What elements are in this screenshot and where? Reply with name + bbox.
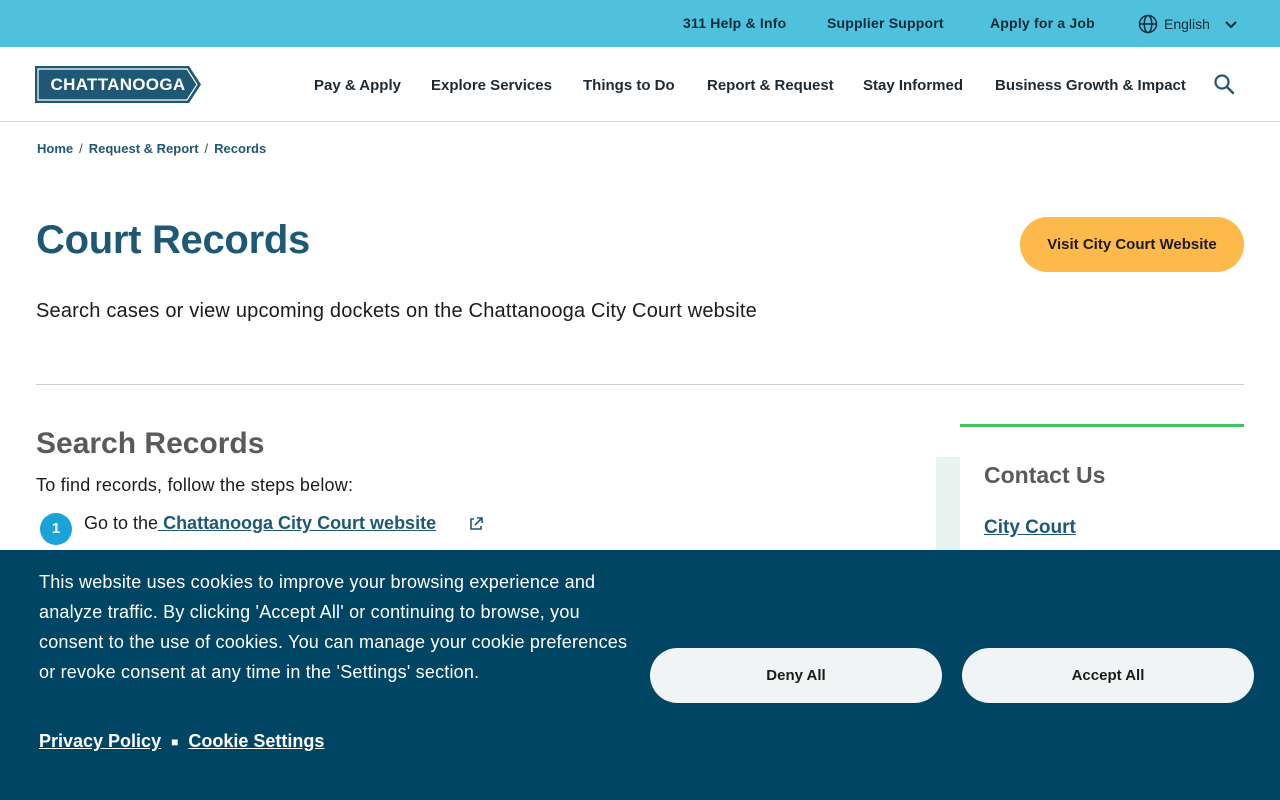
cookie-settings-link[interactable]: Cookie Settings: [188, 731, 324, 752]
city-court-website-link[interactable]: Chattanooga City Court website: [158, 513, 436, 533]
cookie-message: This website uses cookies to improve you…: [39, 572, 628, 682]
sidebar-top-rule: [960, 424, 1244, 427]
nav-things-to-do[interactable]: Things to Do: [583, 77, 675, 94]
contact-us-heading: Contact Us: [984, 462, 1106, 488]
logo-text: CHATTANOOGA: [50, 75, 186, 94]
breadcrumb-home[interactable]: Home: [37, 141, 73, 156]
nav-stay-informed[interactable]: Stay Informed: [863, 77, 963, 94]
utility-bar: 311 Help & Info Supplier Support Apply f…: [0, 0, 1280, 47]
accept-all-button[interactable]: Accept All: [962, 648, 1254, 703]
breadcrumb-separator: /: [204, 141, 209, 156]
language-selector[interactable]: English: [1138, 13, 1238, 35]
step-1-prefix: Go to the: [84, 513, 159, 533]
breadcrumb-records[interactable]: Records: [214, 141, 266, 156]
utility-link-apply-job[interactable]: Apply for a Job: [990, 15, 1095, 31]
breadcrumb-request-report[interactable]: Request & Report: [89, 141, 199, 156]
nav-report-request[interactable]: Report & Request: [707, 77, 834, 94]
utility-link-supplier-support[interactable]: Supplier Support: [827, 15, 944, 31]
external-link-icon[interactable]: [468, 516, 484, 532]
visit-city-court-button[interactable]: Visit City Court Website: [1020, 217, 1244, 272]
link-separator: ■: [171, 734, 179, 749]
privacy-policy-link[interactable]: Privacy Policy: [39, 731, 161, 752]
sidebar-accent: [936, 457, 960, 557]
utility-link-311[interactable]: 311 Help & Info: [683, 15, 786, 31]
cookie-links: Privacy Policy ■ Cookie Settings: [39, 731, 324, 752]
site-header: CHATTANOOGA Pay & Apply Explore Services…: [0, 47, 1280, 122]
deny-all-button[interactable]: Deny All: [650, 648, 942, 703]
section-divider: [36, 384, 1244, 385]
search-records-heading: Search Records: [36, 427, 265, 460]
step-number-badge: 1: [40, 513, 72, 545]
city-court-contact-link[interactable]: City Court: [984, 517, 1076, 539]
nav-pay-apply[interactable]: Pay & Apply: [314, 77, 401, 94]
language-label: English: [1164, 16, 1210, 32]
page-title: Court Records: [36, 218, 310, 262]
breadcrumb: Home / Request & Report / Records: [37, 141, 266, 156]
globe-icon: [1138, 14, 1158, 34]
page-subtitle: Search cases or view upcoming dockets on…: [36, 300, 757, 322]
step-1-text: Go to the Chattanooga City Court website: [84, 513, 436, 534]
search-records-intro: To find records, follow the steps below:: [36, 475, 354, 495]
nav-explore-services[interactable]: Explore Services: [431, 77, 552, 94]
chattanooga-logo[interactable]: CHATTANOOGA: [35, 66, 201, 103]
search-button[interactable]: [1213, 73, 1235, 95]
breadcrumb-separator: /: [79, 141, 83, 156]
nav-business-growth[interactable]: Business Growth & Impact: [995, 77, 1186, 94]
search-icon: [1214, 74, 1235, 95]
cookie-banner: This website uses cookies to improve you…: [0, 550, 1280, 800]
chevron-down-icon: [1225, 21, 1237, 29]
